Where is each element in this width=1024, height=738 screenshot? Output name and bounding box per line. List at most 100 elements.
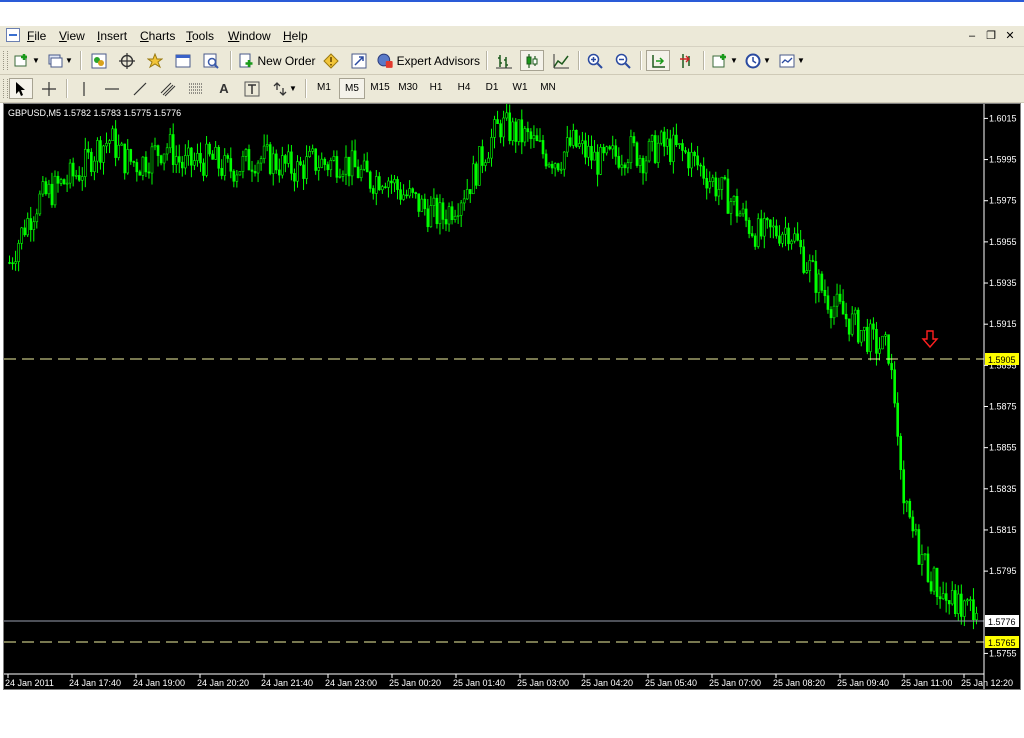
candle-body (23, 227, 26, 236)
restore-icon[interactable]: ❐ (983, 28, 999, 44)
menu-window[interactable]: Window (228, 29, 271, 43)
candles (8, 104, 978, 630)
equidistant-channel-icon[interactable] (157, 78, 179, 99)
candle-body (265, 144, 269, 147)
menu-view[interactable]: View (59, 29, 85, 43)
time-tick-label: 24 Jan 21:40 (261, 678, 313, 688)
templates-icon[interactable]: ▼ (777, 50, 807, 71)
timeframe-m15[interactable]: M15 (367, 78, 393, 99)
candle-body (850, 313, 854, 335)
candle-body (105, 142, 108, 147)
candle-body (859, 329, 863, 343)
zoom-in-icon[interactable] (584, 50, 606, 71)
candle-body (496, 119, 499, 124)
candle-body (432, 197, 436, 206)
horizontal-line-icon[interactable] (101, 78, 123, 99)
candle-body (847, 318, 851, 335)
candle-body (823, 290, 827, 297)
candle-body (869, 323, 872, 352)
toolbar-grip[interactable] (3, 51, 8, 70)
minimize-icon[interactable]: – (964, 28, 980, 44)
menu-tools[interactable]: Tools (186, 29, 214, 43)
time-tick-label: 25 Jan 01:40 (453, 678, 505, 688)
candle-body (83, 148, 87, 177)
candle-body (759, 218, 763, 237)
timeframe-m1[interactable]: M1 (311, 78, 337, 99)
terminal-icon[interactable] (172, 50, 194, 71)
candle-body (902, 469, 906, 504)
timeframe-d1[interactable]: D1 (479, 78, 505, 99)
menu-charts[interactable]: Charts (140, 29, 175, 43)
time-tick-label: 25 Jan 09:40 (837, 678, 889, 688)
auto-scroll-icon[interactable] (646, 50, 670, 71)
chart-shift-icon[interactable] (675, 50, 697, 71)
menu-help[interactable]: Help (283, 29, 308, 43)
chart-window[interactable]: GBPUSD,M5 1.5782 1.5783 1.5775 1.5776 1.… (3, 103, 1021, 690)
menu-file[interactable]: File (27, 29, 46, 43)
candle-body (778, 235, 781, 244)
candle-body (14, 261, 17, 264)
timeframe-w1[interactable]: W1 (507, 78, 533, 99)
data-window-icon[interactable] (116, 50, 138, 71)
close-icon[interactable]: ✕ (1002, 28, 1018, 44)
fibonacci-icon[interactable] (185, 78, 207, 99)
candle-body (684, 150, 687, 153)
bar-chart-icon[interactable] (493, 50, 515, 71)
candle-body (611, 145, 615, 150)
candle-body (320, 158, 324, 168)
new-chart-icon[interactable]: ▼ (10, 50, 44, 71)
candle-body (468, 189, 472, 195)
candle-body (417, 193, 421, 212)
zoom-out-icon[interactable] (612, 50, 634, 71)
candle-body (293, 173, 296, 182)
app-icon[interactable] (6, 28, 20, 42)
candle-body (532, 135, 536, 140)
tester-icon[interactable] (200, 50, 222, 71)
candle-body (117, 144, 120, 158)
candle-body (405, 194, 408, 197)
crosshair-icon[interactable] (38, 78, 60, 99)
candle-body (68, 162, 72, 184)
candle-body (499, 123, 502, 138)
profiles-icon[interactable]: ▼ (45, 50, 75, 71)
timeframe-mn[interactable]: MN (535, 78, 561, 99)
timeframe-h4[interactable]: H4 (451, 78, 477, 99)
metaeditor-icon[interactable] (320, 50, 342, 71)
text-label-icon[interactable] (241, 78, 263, 99)
fullscreen-icon[interactable] (348, 50, 370, 71)
candle-body (47, 183, 51, 195)
periods-icon[interactable]: ▼ (743, 50, 773, 71)
candle-body (174, 156, 178, 165)
arrows-icon[interactable]: ▼ (269, 78, 299, 99)
line-chart-icon[interactable] (550, 50, 572, 71)
navigator-icon[interactable] (144, 50, 166, 71)
candle-body (617, 156, 621, 168)
market-watch-icon[interactable] (88, 50, 110, 71)
indicators-icon[interactable]: ▼ (709, 50, 741, 71)
candle-body (641, 157, 645, 174)
timeframe-m5[interactable]: M5 (339, 78, 365, 99)
cursor-icon[interactable] (9, 78, 33, 99)
candle-body (508, 112, 511, 141)
menu-insert[interactable]: Insert (97, 29, 127, 43)
candle-body (8, 262, 11, 264)
candle-body (71, 162, 75, 177)
candle-body (872, 323, 875, 330)
timeframe-h1[interactable]: H1 (423, 78, 449, 99)
candle-body (835, 293, 839, 307)
price-tick-label: 1.5995 (989, 155, 1017, 165)
candle-body (699, 164, 702, 167)
price-tick-label: 1.5915 (989, 319, 1017, 329)
candle-body (296, 161, 299, 182)
text-tool-icon[interactable]: A (213, 78, 235, 99)
candlestick-chart-icon[interactable] (520, 50, 544, 71)
vertical-line-icon[interactable] (73, 78, 95, 99)
price-chart[interactable]: GBPUSD,M5 1.5782 1.5783 1.5775 1.5776 1.… (4, 104, 1020, 689)
timeframe-m30[interactable]: M30 (395, 78, 421, 99)
candle-body (766, 218, 769, 221)
candle-body (769, 219, 772, 228)
new-order-button[interactable]: New Order (238, 50, 316, 71)
toolbar-grip[interactable] (3, 79, 8, 98)
trendline-icon[interactable] (129, 78, 151, 99)
expert-advisors-button[interactable]: Expert Advisors (376, 50, 480, 71)
